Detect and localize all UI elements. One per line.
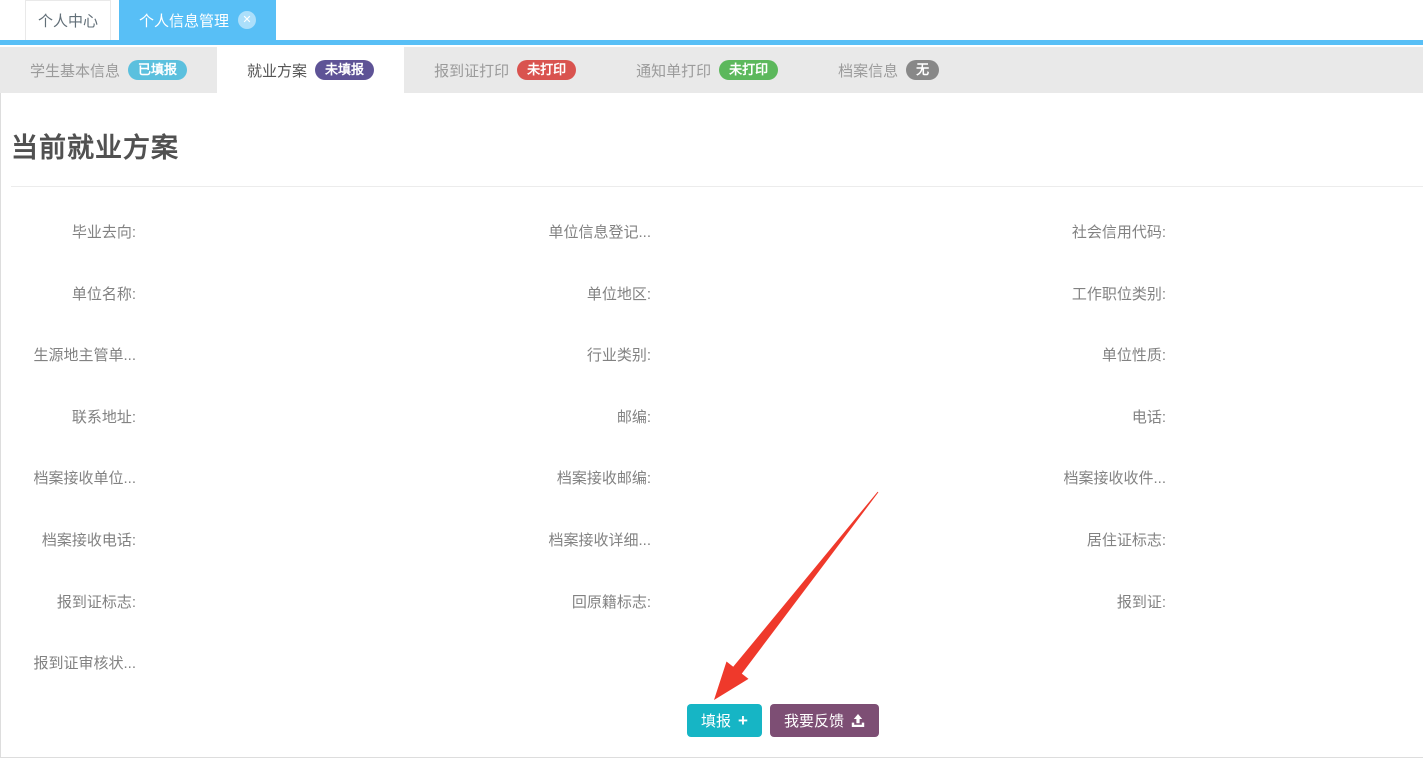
field-label-contact-address: 联系地址: bbox=[1, 409, 136, 426]
status-badge-none: 无 bbox=[906, 60, 939, 80]
status-badge-unprinted: 未打印 bbox=[517, 60, 576, 80]
subtab-archive-info[interactable]: 档案信息 无 bbox=[808, 47, 969, 93]
field-label-origin-authority: 生源地主管单... bbox=[1, 347, 136, 364]
field-label-employer-nature: 单位性质: bbox=[766, 347, 1166, 364]
form-row: 单位名称: 单位地区: 工作职位类别: bbox=[1, 286, 1423, 348]
tab-personal-center[interactable]: 个人中心 bbox=[25, 0, 111, 40]
field-label-postcode: 邮编: bbox=[251, 409, 651, 426]
sub-tab-bar: 学生基本信息 已填报 就业方案 未填报 报到证打印 未打印 通知单打印 未打印 … bbox=[0, 47, 1423, 93]
form-row: 联系地址: 邮编: 电话: bbox=[1, 409, 1423, 471]
status-badge-filled: 已填报 bbox=[128, 60, 187, 80]
app-window: 个人中心 个人信息管理 ✕ 学生基本信息 已填报 就业方案 未填报 报到证打印 … bbox=[0, 0, 1423, 768]
fill-in-button[interactable]: 填报 + bbox=[687, 704, 762, 737]
tab-personal-info-management[interactable]: 个人信息管理 ✕ bbox=[119, 0, 276, 40]
subtab-student-basic-info[interactable]: 学生基本信息 已填报 bbox=[0, 47, 217, 93]
form-row: 档案接收电话: 档案接收详细... 居住证标志: bbox=[1, 532, 1423, 594]
field-label-industry-category: 行业类别: bbox=[251, 347, 651, 364]
upload-icon bbox=[851, 714, 865, 728]
subtab-label: 就业方案 bbox=[247, 60, 307, 81]
field-label-social-credit-code: 社会信用代码: bbox=[766, 224, 1166, 241]
feedback-button-label: 我要反馈 bbox=[784, 710, 844, 731]
tab-label: 个人信息管理 bbox=[139, 10, 229, 31]
employment-plan-panel: 当前就业方案 毕业去向: 单位信息登记... 社会信用代码: 单位名称: 单位地… bbox=[0, 93, 1423, 758]
field-label-employer-name: 单位名称: bbox=[1, 286, 136, 303]
field-label-employer-registration: 单位信息登记... bbox=[251, 224, 651, 241]
field-label-archive-receiving-address: 档案接收详细... bbox=[251, 532, 651, 549]
action-button-row: 填报 + 我要反馈 bbox=[687, 704, 879, 737]
status-badge-unprinted: 未打印 bbox=[719, 60, 778, 80]
subtab-label: 报到证打印 bbox=[434, 60, 509, 81]
field-label-registration-cert: 报到证: bbox=[766, 594, 1166, 611]
form-row: 报到证标志: 回原籍标志: 报到证: bbox=[1, 594, 1423, 656]
window-tab-bar: 个人中心 个人信息管理 ✕ bbox=[0, 0, 1423, 45]
subtab-label: 档案信息 bbox=[838, 60, 898, 81]
page-title: 当前就业方案 bbox=[11, 126, 179, 165]
subtab-employment-plan[interactable]: 就业方案 未填报 bbox=[217, 47, 404, 93]
fill-in-button-label: 填报 bbox=[701, 710, 731, 731]
field-label-graduation-destination: 毕业去向: bbox=[1, 224, 136, 241]
form-row: 毕业去向: 单位信息登记... 社会信用代码: bbox=[1, 224, 1423, 286]
subtab-label: 学生基本信息 bbox=[30, 60, 120, 81]
field-label-return-origin-flag: 回原籍标志: bbox=[251, 594, 651, 611]
feedback-button[interactable]: 我要反馈 bbox=[770, 704, 879, 737]
field-label-employer-region: 单位地区: bbox=[251, 286, 651, 303]
form-row: 档案接收单位... 档案接收邮编: 档案接收收件... bbox=[1, 470, 1423, 532]
tab-label: 个人中心 bbox=[38, 10, 98, 31]
field-label-archive-receiving-recipient: 档案接收收件... bbox=[766, 470, 1166, 487]
status-badge-unfilled: 未填报 bbox=[315, 60, 374, 80]
field-label-registration-cert-review-status: 报到证审核状... bbox=[1, 655, 136, 672]
field-label-job-category: 工作职位类别: bbox=[766, 286, 1166, 303]
field-label-archive-receiving-unit: 档案接收单位... bbox=[1, 470, 136, 487]
form-row: 生源地主管单... 行业类别: 单位性质: bbox=[1, 347, 1423, 409]
plus-icon: + bbox=[738, 712, 748, 729]
subtab-label: 通知单打印 bbox=[636, 60, 711, 81]
field-label-registration-cert-flag: 报到证标志: bbox=[1, 594, 136, 611]
field-label-archive-receiving-phone: 档案接收电话: bbox=[1, 532, 136, 549]
subtab-notice-print[interactable]: 通知单打印 未打印 bbox=[606, 47, 808, 93]
divider bbox=[11, 186, 1423, 187]
close-icon[interactable]: ✕ bbox=[238, 11, 256, 29]
field-label-phone: 电话: bbox=[766, 409, 1166, 426]
subtab-registration-cert-print[interactable]: 报到证打印 未打印 bbox=[404, 47, 606, 93]
field-label-archive-receiving-postcode: 档案接收邮编: bbox=[251, 470, 651, 487]
field-label-residence-permit-flag: 居住证标志: bbox=[766, 532, 1166, 549]
employment-plan-form: 毕业去向: 单位信息登记... 社会信用代码: 单位名称: 单位地区: 工作职位… bbox=[1, 224, 1423, 717]
